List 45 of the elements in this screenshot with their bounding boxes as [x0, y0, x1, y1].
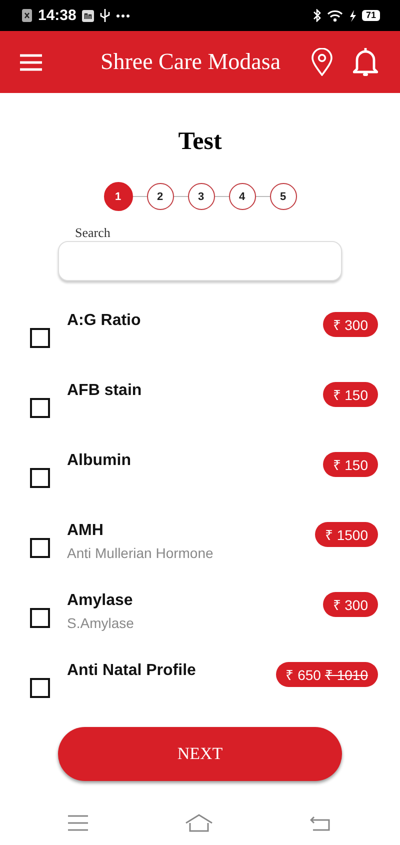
- step-indicator[interactable]: 1: [104, 182, 132, 211]
- battery-level: 71: [362, 10, 380, 21]
- sim-icon: [22, 9, 32, 22]
- test-name: Amylase: [67, 592, 134, 610]
- step-indicator[interactable]: 2: [146, 183, 174, 210]
- search-field[interactable]: [58, 241, 342, 281]
- charging-icon: [348, 10, 356, 22]
- step-indicator[interactable]: 5: [270, 183, 296, 210]
- checkbox[interactable]: [30, 608, 50, 628]
- price: ₹ 300: [332, 596, 368, 614]
- bluetooth-icon: [312, 9, 321, 22]
- checkbox[interactable]: [30, 328, 50, 348]
- test-name: AFB stain: [67, 382, 143, 400]
- checkbox[interactable]: [30, 398, 50, 418]
- test-name: AMH: [67, 522, 104, 540]
- usb-icon: [100, 9, 110, 22]
- home-icon[interactable]: [185, 814, 213, 832]
- test-name: Anti Natal Profile: [67, 662, 197, 680]
- test-name: A:G Ratio: [67, 312, 142, 330]
- back-icon[interactable]: [310, 814, 330, 830]
- clock-time: 14:38: [38, 7, 76, 24]
- price: ₹ 150: [332, 386, 368, 404]
- step-indicator[interactable]: 3: [188, 183, 214, 210]
- old-price: ₹ 1010: [324, 666, 368, 684]
- more-icon: [116, 14, 130, 18]
- next-button[interactable]: NEXT: [58, 727, 342, 781]
- search-label: Search: [75, 225, 112, 241]
- bell-icon[interactable]: [353, 47, 378, 77]
- app-title: Shree Care Modasa: [99, 49, 282, 75]
- test-description: Anti Mullerian Hormone: [67, 545, 214, 561]
- menu-icon[interactable]: [68, 814, 88, 830]
- price: ₹ 300: [332, 316, 368, 334]
- price: ₹ 1500: [324, 526, 368, 544]
- checkbox[interactable]: [30, 678, 50, 698]
- test-name: Albumin: [67, 452, 132, 470]
- checkbox[interactable]: [30, 468, 50, 488]
- test-description: S.Amylase: [67, 615, 135, 631]
- page-title: Test: [177, 128, 223, 157]
- wifi-icon: [326, 10, 343, 22]
- price: ₹ 650: [286, 666, 321, 684]
- checkbox[interactable]: [30, 538, 50, 558]
- price: ₹ 150: [332, 456, 368, 474]
- step-indicator[interactable]: 4: [228, 183, 256, 210]
- notification-icon: [82, 10, 94, 22]
- location-pin-icon[interactable]: [311, 48, 333, 76]
